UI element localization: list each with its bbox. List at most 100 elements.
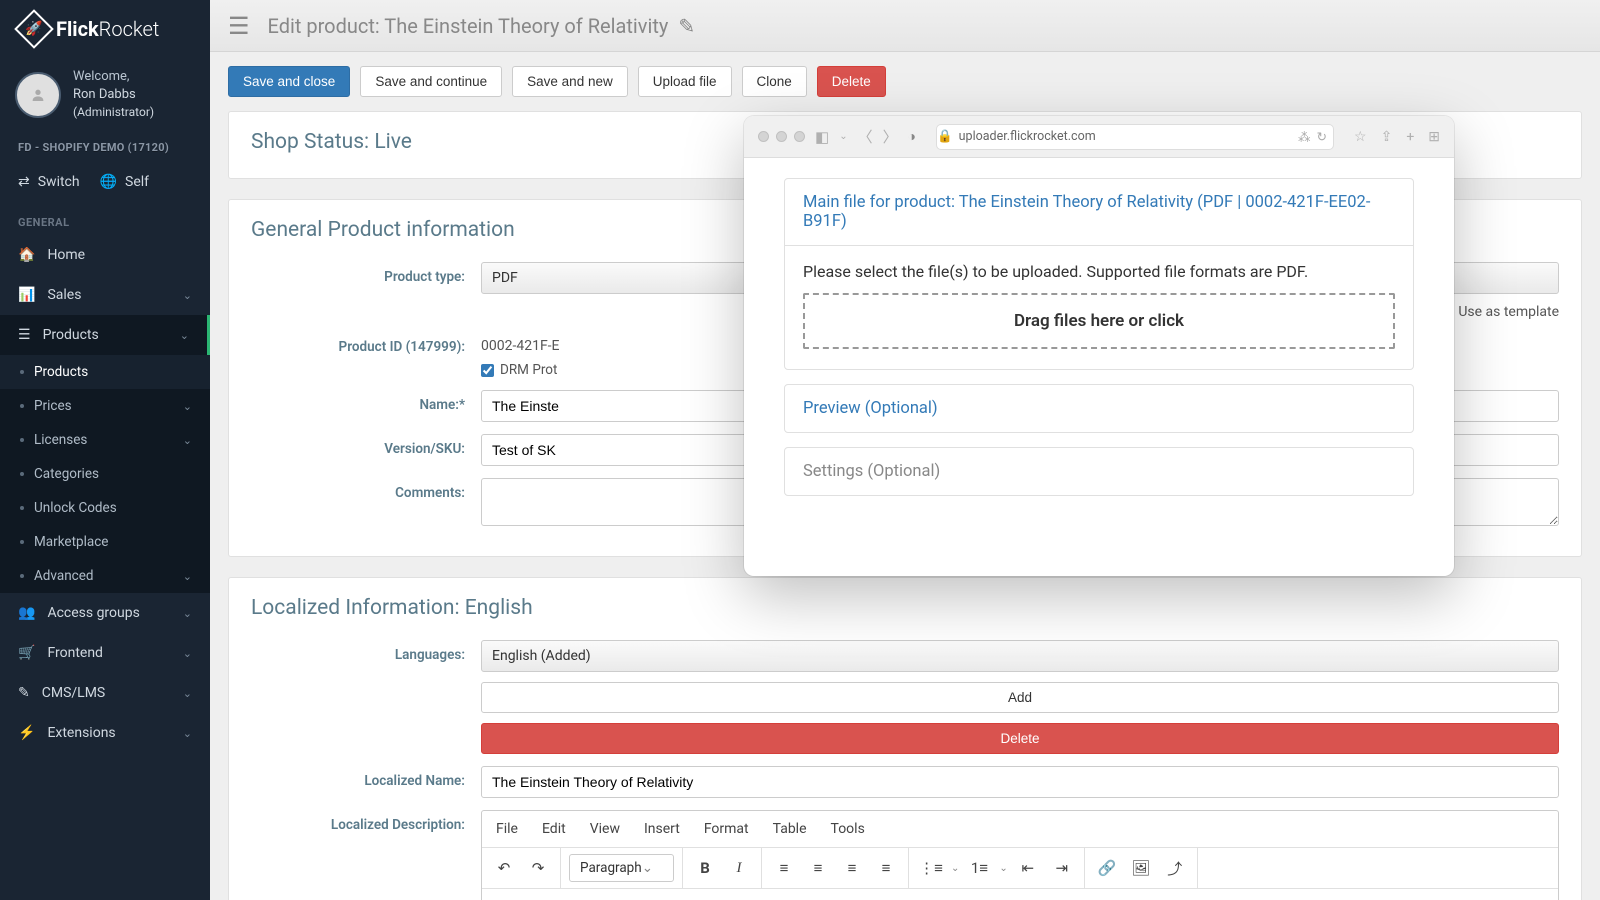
dropzone[interactable]: Drag files here or click	[803, 293, 1395, 349]
chevron-down-icon[interactable]: ⌄	[951, 863, 959, 874]
nav-cmslms[interactable]: ✎CMS/LMS⌄	[0, 673, 210, 713]
link-icon[interactable]: 🔗	[1093, 854, 1121, 882]
sub-licenses[interactable]: Licenses⌄	[0, 423, 210, 457]
menu-tools[interactable]: Tools	[831, 821, 865, 837]
upload-icon[interactable]: ⤴	[1161, 854, 1189, 882]
traffic-lights	[758, 131, 805, 142]
pencil-icon[interactable]: ✎	[678, 14, 695, 38]
format-select[interactable]: Paragraph ⌄	[569, 854, 674, 882]
chevron-down-icon: ⌄	[183, 434, 192, 447]
image-icon[interactable]: 🖼	[1127, 854, 1155, 882]
list-icon: ☰	[18, 327, 31, 343]
uploader-body: Main file for product: The Einstein Theo…	[744, 158, 1454, 530]
menu-table[interactable]: Table	[773, 821, 807, 837]
save-new-button[interactable]: Save and new	[512, 66, 628, 97]
page-title: Edit product: The Einstein Theory of Rel…	[268, 14, 696, 38]
chevron-down-icon: ⌄	[183, 289, 192, 302]
hamburger-icon[interactable]: ☰	[228, 12, 250, 40]
menu-edit[interactable]: Edit	[542, 821, 566, 837]
share-icon[interactable]: ⇪	[1381, 129, 1393, 145]
sub-prices[interactable]: Prices⌄	[0, 389, 210, 423]
upload-file-button[interactable]: Upload file	[638, 66, 732, 97]
clone-button[interactable]: Clone	[742, 66, 807, 97]
italic-icon[interactable]: I	[725, 854, 753, 882]
back-icon[interactable]: 〈	[858, 126, 873, 147]
language-select[interactable]: English (Added)	[481, 640, 1559, 672]
rich-text-editor: File Edit View Insert Format Table Tools	[481, 810, 1559, 900]
tabs-icon[interactable]: ⊞	[1428, 129, 1440, 145]
indent-icon[interactable]: ⇥	[1048, 854, 1076, 882]
nav-products[interactable]: ☰Products⌄	[0, 315, 210, 355]
chevron-down-icon[interactable]: ⌄	[999, 863, 1007, 874]
localized-heading: Localized Information: English	[251, 596, 1559, 620]
nav-home[interactable]: 🏠Home	[0, 235, 210, 275]
url-bar[interactable]: 🔒 uploader.flickrocket.com ⁂ ↻	[936, 124, 1334, 150]
avatar[interactable]	[15, 72, 61, 118]
edit-icon: ✎	[18, 685, 30, 701]
minimize-dot-icon[interactable]	[776, 131, 787, 142]
lock-icon: 🔒	[937, 129, 953, 144]
delete-language-button[interactable]: Delete	[481, 723, 1559, 754]
maximize-dot-icon[interactable]	[794, 131, 805, 142]
bullet-list-icon[interactable]: ⋮≡	[917, 854, 945, 882]
close-dot-icon[interactable]	[758, 131, 769, 142]
localized-panel: Localized Information: English Languages…	[228, 577, 1582, 900]
sub-categories[interactable]: Categories	[0, 457, 210, 491]
menu-insert[interactable]: Insert	[644, 821, 680, 837]
align-center-icon[interactable]: ≡	[804, 854, 832, 882]
chevron-down-icon: ⌄	[183, 400, 192, 413]
users-icon: 👥	[18, 605, 35, 621]
nav-access-groups[interactable]: 👥Access groups⌄	[0, 593, 210, 633]
menu-view[interactable]: View	[590, 821, 620, 837]
person-icon	[30, 87, 46, 103]
upload-instruction: Please select the file(s) to be uploaded…	[803, 262, 1395, 281]
star-icon[interactable]: ☆	[1354, 129, 1367, 145]
sub-advanced[interactable]: Advanced⌄	[0, 559, 210, 593]
sub-unlock-codes[interactable]: Unlock Codes	[0, 491, 210, 525]
swap-icon: ⇄	[18, 174, 30, 190]
sub-products[interactable]: Products	[0, 355, 210, 389]
label-comments: Comments:	[251, 478, 481, 501]
editor-toolbar: ↶ ↷ Paragraph ⌄ B I	[482, 848, 1558, 889]
nav-sales[interactable]: 📊Sales⌄	[0, 275, 210, 315]
shield-icon[interactable]: ◑	[908, 128, 916, 145]
use-template-checkbox[interactable]: Use as template	[1439, 304, 1559, 320]
align-justify-icon[interactable]: ≡	[872, 854, 900, 882]
add-language-button[interactable]: Add	[481, 682, 1559, 713]
bold-icon[interactable]: B	[691, 854, 719, 882]
bolt-icon: ⚡	[18, 725, 35, 741]
undo-icon[interactable]: ↶	[490, 854, 518, 882]
nav-frontend[interactable]: 🛒Frontend⌄	[0, 633, 210, 673]
action-bar: Save and close Save and continue Save an…	[210, 52, 1600, 111]
localized-name-input[interactable]	[481, 766, 1559, 798]
main-file-link[interactable]: Main file for product: The Einstein Theo…	[803, 193, 1370, 231]
brand-logo[interactable]: 🚀 FlickRocket	[0, 0, 210, 58]
save-close-button[interactable]: Save and close	[228, 66, 350, 97]
redo-icon[interactable]: ↷	[524, 854, 552, 882]
menu-file[interactable]: File	[496, 821, 518, 837]
user-block: Welcome, Ron Dabbs (Administrator)	[0, 58, 210, 131]
editor-menu: File Edit View Insert Format Table Tools	[482, 811, 1558, 848]
sidebar-toggle-icon[interactable]: ◧	[815, 128, 829, 146]
translate-icon[interactable]: ⁂	[1298, 129, 1311, 145]
reload-icon[interactable]: ↻	[1317, 129, 1327, 145]
chevron-down-icon[interactable]: ⌄	[839, 131, 847, 142]
delete-button[interactable]: Delete	[817, 66, 886, 97]
settings-card[interactable]: Settings (Optional)	[784, 447, 1414, 496]
forward-icon[interactable]: 〉	[883, 126, 898, 147]
plus-icon[interactable]: +	[1406, 129, 1414, 145]
chevron-down-icon: ⌄	[180, 329, 189, 342]
align-left-icon[interactable]: ≡	[770, 854, 798, 882]
align-right-icon[interactable]: ≡	[838, 854, 866, 882]
menu-format[interactable]: Format	[704, 821, 749, 837]
preview-card[interactable]: Preview (Optional)	[784, 384, 1414, 433]
self-button[interactable]: 🌐Self	[100, 174, 149, 190]
save-continue-button[interactable]: Save and continue	[360, 66, 502, 97]
outdent-icon[interactable]: ⇤	[1014, 854, 1042, 882]
sub-marketplace[interactable]: Marketplace	[0, 525, 210, 559]
nav-extensions[interactable]: ⚡Extensions⌄	[0, 713, 210, 753]
number-list-icon[interactable]: 1≡	[965, 854, 993, 882]
brand-text-bold: Flick	[56, 17, 99, 41]
editor-content[interactable]: The Einstein Theory of Relativity by Hen…	[482, 889, 1558, 900]
switch-button[interactable]: ⇄Switch	[18, 174, 80, 190]
